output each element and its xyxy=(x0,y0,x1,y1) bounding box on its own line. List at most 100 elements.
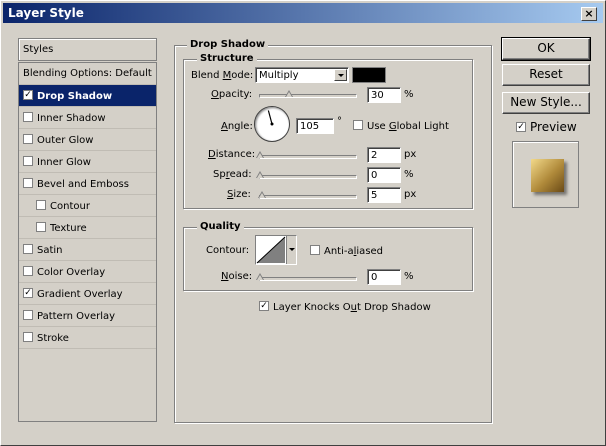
anti-aliased-check-icon xyxy=(310,245,320,255)
contour-curve-icon xyxy=(256,236,286,264)
angle-label: Angle: xyxy=(221,121,253,132)
style-item-label: Gradient Overlay xyxy=(37,289,123,300)
spread-slider-thumb[interactable] xyxy=(256,171,265,180)
preview-label: Preview xyxy=(530,120,577,134)
noise-slider[interactable] xyxy=(256,273,357,281)
size-unit: px xyxy=(404,189,417,200)
style-item-inner-glow[interactable]: Inner Glow xyxy=(19,151,156,173)
distance-input[interactable]: 2 xyxy=(367,147,401,163)
style-item-label: Satin xyxy=(37,245,63,256)
quality-title: Quality xyxy=(197,221,244,232)
angle-input[interactable]: 105 xyxy=(296,118,334,134)
preview-thumbnail xyxy=(512,141,579,208)
opacity-slider[interactable] xyxy=(259,90,357,98)
global-light-checkbox[interactable]: Use Global Light xyxy=(353,120,449,132)
style-item-blending-options-default[interactable]: Blending Options: Default xyxy=(19,63,156,85)
style-item-label: Blending Options: Default xyxy=(23,68,152,79)
checkbox-icon[interactable] xyxy=(23,288,33,298)
reset-button[interactable]: Reset xyxy=(502,64,590,86)
blend-mode-value: Multiply xyxy=(259,70,299,81)
styles-header[interactable]: Styles xyxy=(18,38,157,61)
style-item-pattern-overlay[interactable]: Pattern Overlay xyxy=(19,305,156,327)
size-label: Size: xyxy=(227,189,251,200)
style-item-stroke[interactable]: Stroke xyxy=(19,327,156,349)
drop-shadow-title: Drop Shadow xyxy=(187,39,269,50)
checkbox-icon[interactable] xyxy=(23,156,33,166)
spread-label: Spread: xyxy=(213,169,252,180)
opacity-unit: % xyxy=(404,89,414,100)
chevron-down-icon xyxy=(334,69,347,81)
close-button[interactable]: × xyxy=(581,7,597,21)
checkbox-icon[interactable] xyxy=(23,310,33,320)
style-item-outer-glow[interactable]: Outer Glow xyxy=(19,129,156,151)
spread-unit: % xyxy=(404,169,414,180)
checkbox-icon[interactable] xyxy=(23,266,33,276)
preview-swatch xyxy=(531,159,564,192)
checkbox-icon[interactable] xyxy=(36,222,46,232)
style-item-label: Outer Glow xyxy=(37,135,94,146)
anti-aliased-checkbox[interactable]: Anti-aliased xyxy=(310,245,383,257)
distance-slider-thumb[interactable] xyxy=(256,151,265,160)
opacity-slider-thumb[interactable] xyxy=(284,90,294,99)
noise-input[interactable]: 0 xyxy=(367,269,401,285)
style-item-gradient-overlay[interactable]: Gradient Overlay xyxy=(19,283,156,305)
distance-slider[interactable] xyxy=(256,151,357,159)
styles-list: Blending Options: Default Drop Shadow Inne… xyxy=(18,62,157,422)
knockout-check-icon xyxy=(259,301,269,311)
size-input[interactable]: 5 xyxy=(367,187,401,203)
checkbox-icon[interactable] xyxy=(23,134,33,144)
style-item-drop-shadow[interactable]: Drop Shadow xyxy=(19,85,156,107)
contour-picker[interactable] xyxy=(255,235,297,265)
style-item-color-overlay[interactable]: Color Overlay xyxy=(19,261,156,283)
style-item-label: Color Overlay xyxy=(37,267,106,278)
noise-unit: % xyxy=(404,271,414,282)
distance-label: Distance: xyxy=(208,149,256,160)
contour-label: Contour: xyxy=(206,245,250,256)
style-item-texture[interactable]: Texture xyxy=(19,217,156,239)
checkbox-icon[interactable] xyxy=(23,332,33,342)
blend-mode-label: Blend Mode: xyxy=(191,70,254,81)
chevron-down-icon[interactable] xyxy=(286,236,296,264)
checkbox-icon[interactable] xyxy=(36,200,46,210)
title-bar: Layer Style × xyxy=(3,3,603,23)
size-slider-thumb[interactable] xyxy=(258,191,267,200)
style-item-bevel-and-emboss[interactable]: Bevel and Emboss xyxy=(19,173,156,195)
preview-check-icon xyxy=(516,122,526,132)
opacity-label: Opacity: xyxy=(211,89,253,100)
style-item-inner-shadow[interactable]: Inner Shadow xyxy=(19,107,156,129)
shadow-color-swatch[interactable] xyxy=(352,67,386,83)
style-item-label: Texture xyxy=(50,223,87,234)
checkbox-icon[interactable] xyxy=(23,90,33,100)
blend-mode-select[interactable]: Multiply xyxy=(255,67,349,83)
style-item-satin[interactable]: Satin xyxy=(19,239,156,261)
size-slider[interactable] xyxy=(258,191,357,199)
knockout-checkbox[interactable]: Layer Knocks Out Drop Shadow xyxy=(259,301,431,313)
spread-input[interactable]: 0 xyxy=(367,167,401,183)
angle-needle-icon xyxy=(267,110,274,126)
checkbox-icon[interactable] xyxy=(23,244,33,254)
style-item-label: Stroke xyxy=(37,333,69,344)
window-title: Layer Style xyxy=(8,6,84,20)
style-item-label: Pattern Overlay xyxy=(37,311,116,322)
style-item-label: Drop Shadow xyxy=(37,91,113,102)
global-light-check-icon xyxy=(353,120,363,130)
preview-checkbox[interactable]: Preview xyxy=(516,120,577,134)
new-style-button[interactable]: New Style... xyxy=(502,92,590,114)
opacity-input[interactable]: 30 xyxy=(367,87,401,103)
ok-button[interactable]: OK xyxy=(501,37,591,61)
noise-slider-thumb[interactable] xyxy=(256,273,265,282)
style-item-label: Bevel and Emboss xyxy=(37,179,129,190)
checkbox-icon[interactable] xyxy=(23,178,33,188)
layer-style-dialog: Layer Style × Styles Blending Options: D… xyxy=(0,0,606,446)
style-item-label: Inner Glow xyxy=(37,157,91,168)
style-item-label: Inner Shadow xyxy=(37,113,106,124)
angle-dial[interactable] xyxy=(254,106,290,142)
checkbox-icon[interactable] xyxy=(23,112,33,122)
noise-label: Noise: xyxy=(221,271,253,282)
structure-title: Structure xyxy=(197,53,257,64)
angle-unit: ° xyxy=(337,116,342,127)
style-item-contour[interactable]: Contour xyxy=(19,195,156,217)
style-item-label: Contour xyxy=(50,201,90,212)
spread-slider[interactable] xyxy=(256,171,357,179)
distance-unit: px xyxy=(404,149,417,160)
